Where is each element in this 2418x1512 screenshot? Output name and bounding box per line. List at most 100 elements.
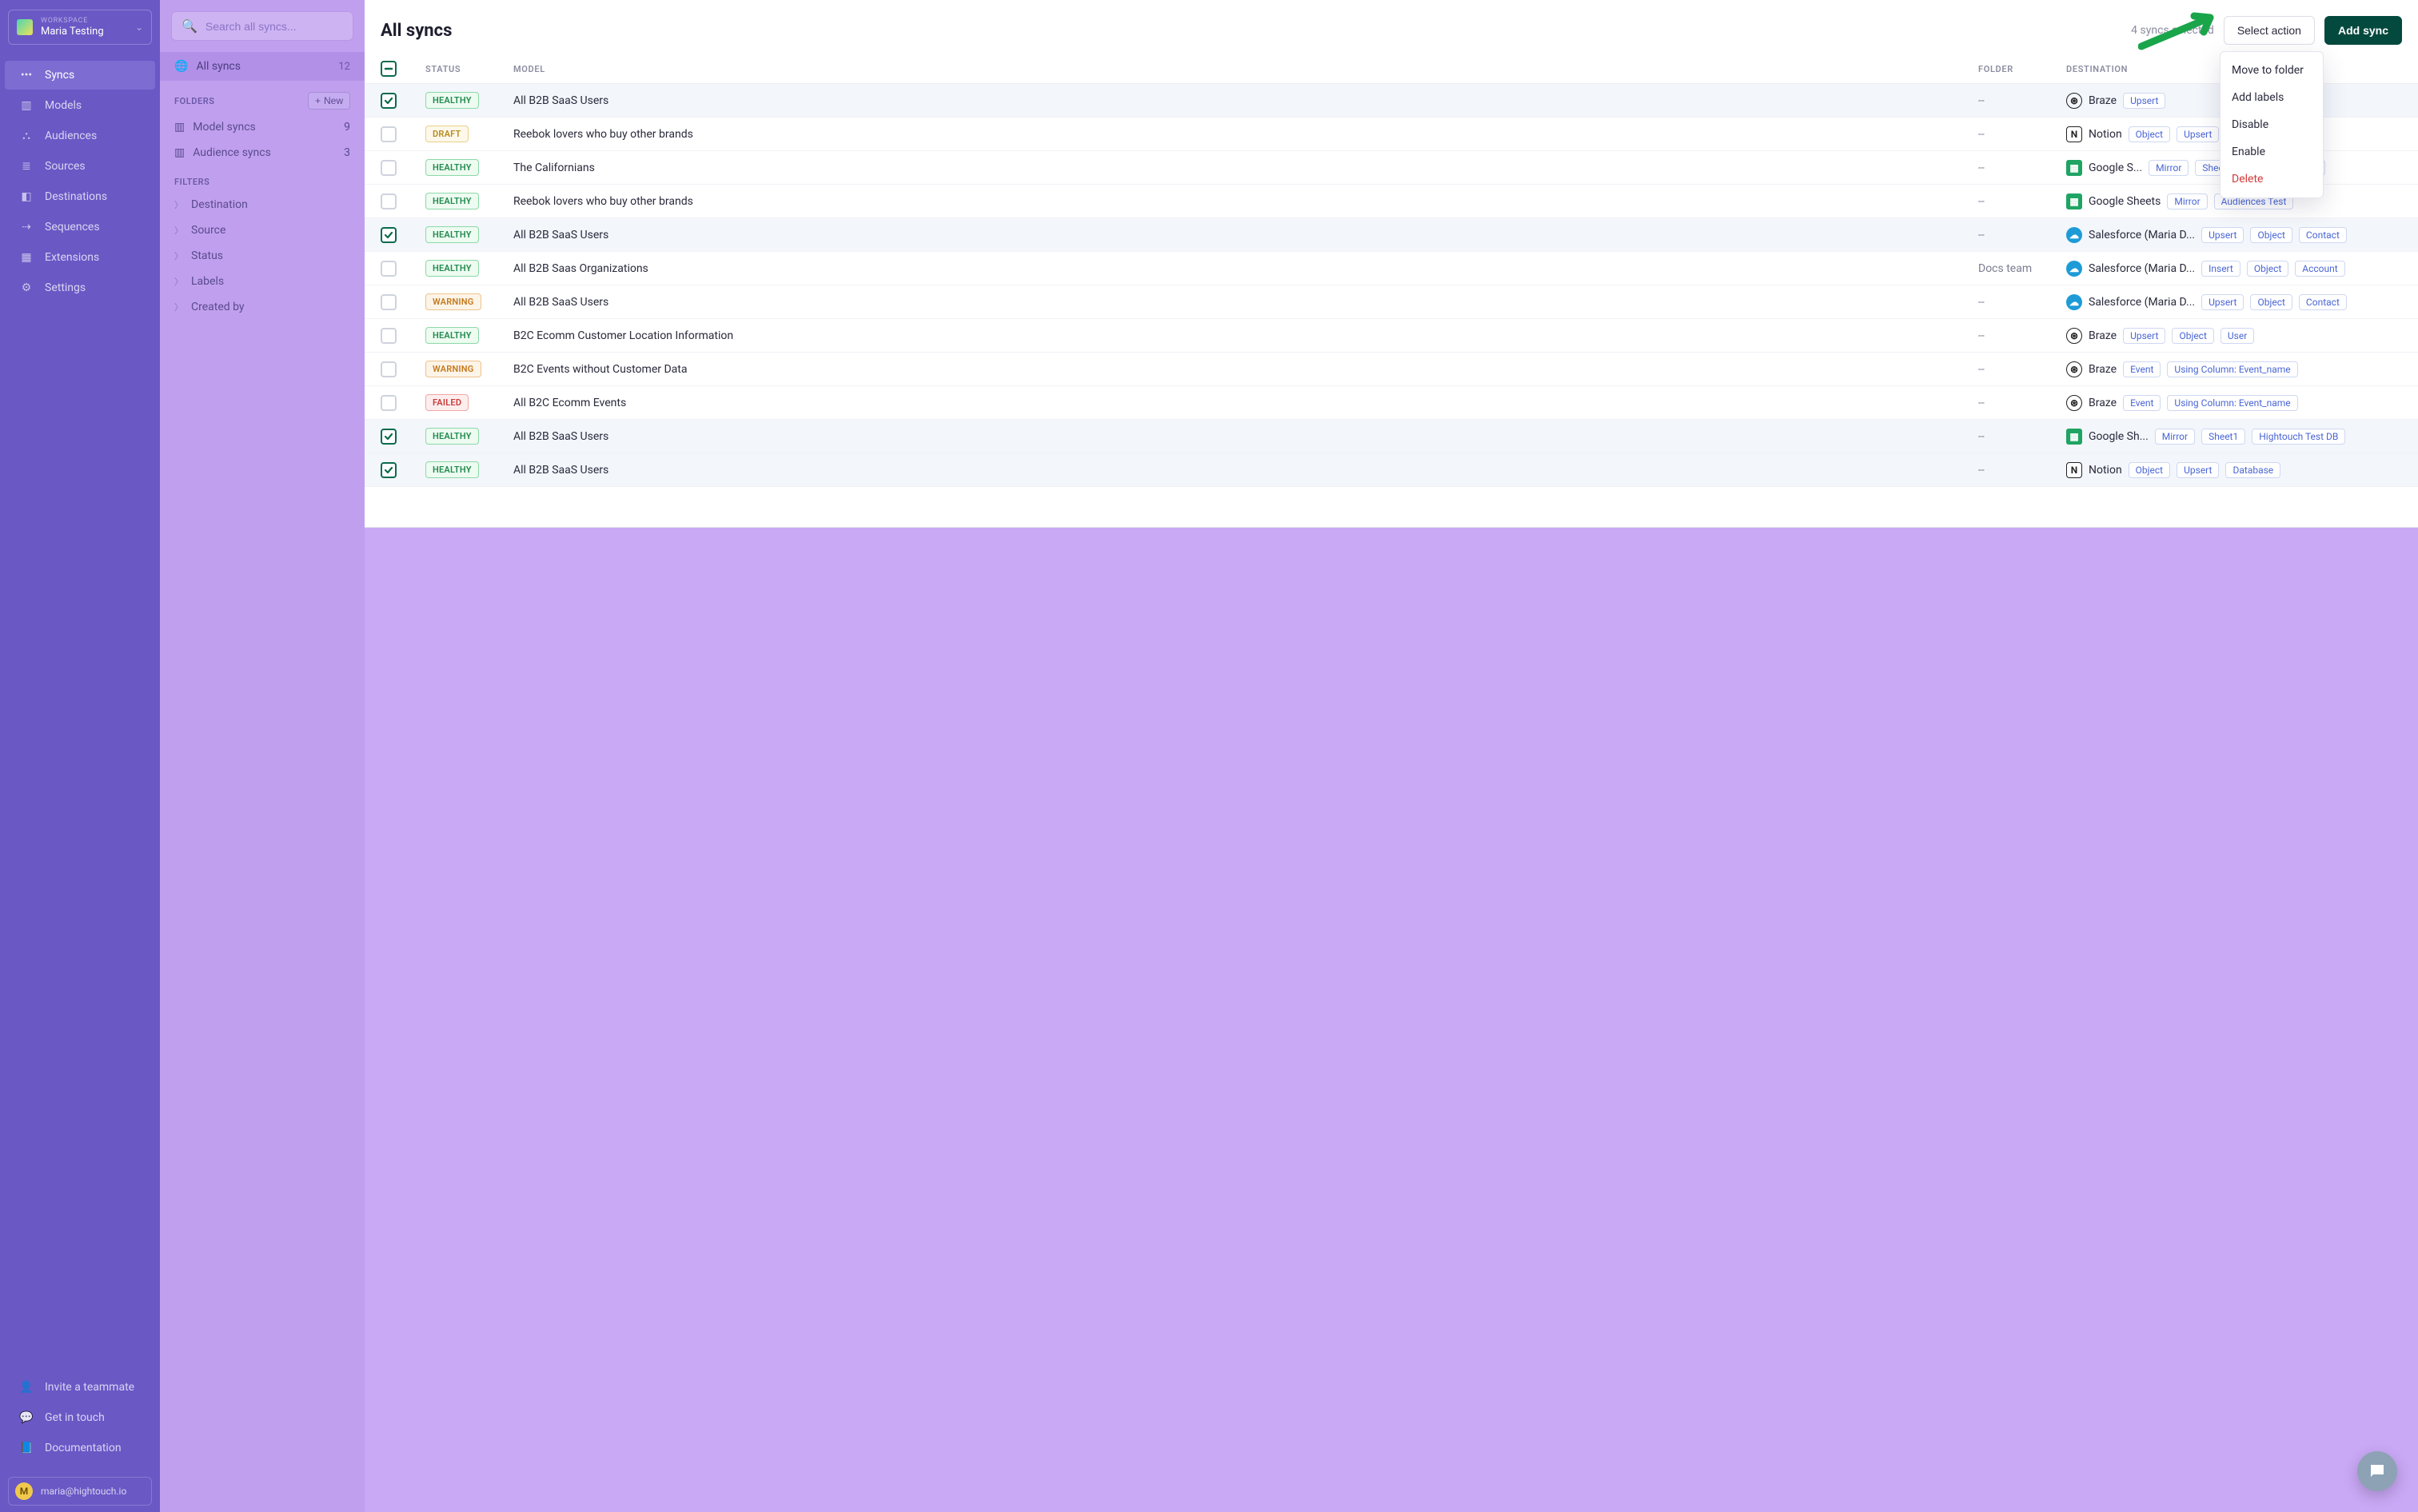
- nav-item-models[interactable]: ▥Models: [5, 91, 155, 120]
- folder-cell: Docs team: [1978, 262, 2066, 275]
- nav-item-sources[interactable]: ≣Sources: [5, 152, 155, 181]
- menu-item[interactable]: Enable: [2220, 138, 2323, 166]
- new-folder-button[interactable]: +New: [308, 92, 350, 110]
- chat-fab[interactable]: [2357, 1451, 2397, 1491]
- filters-heading: FILTERS: [174, 177, 209, 187]
- nav-item-contact[interactable]: 💬Get in touch: [5, 1403, 155, 1432]
- chevron-down-icon: ⌄: [135, 22, 143, 33]
- avatar: M: [15, 1482, 33, 1500]
- table-row[interactable]: HEALTHY The Californians -- ▦ Google S..…: [365, 151, 2418, 185]
- folder-icon: ▥: [174, 146, 185, 159]
- table-row[interactable]: HEALTHY All B2B SaaS Users -- ⊛ Braze Up…: [365, 84, 2418, 118]
- menu-item-delete[interactable]: Delete: [2220, 166, 2323, 193]
- destination-name: Braze: [2089, 329, 2117, 342]
- search-box[interactable]: 🔍: [171, 11, 353, 41]
- table-row[interactable]: HEALTHY All B2B SaaS Users -- ☁ Salesfor…: [365, 218, 2418, 252]
- nav-item-audiences[interactable]: ⛬Audiences: [5, 122, 155, 150]
- nav-item-docs[interactable]: 📘Documentation: [5, 1434, 155, 1462]
- folder-cell: --: [1978, 464, 2066, 477]
- status-badge: HEALTHY: [425, 461, 479, 478]
- destination-cell: ⊛ Braze Event Using Column: Event_name: [2066, 361, 2402, 377]
- tag: Object: [2172, 328, 2213, 344]
- table-row[interactable]: FAILED All B2C Ecomm Events -- ⊛ Braze E…: [365, 386, 2418, 420]
- menu-item[interactable]: Add labels: [2220, 84, 2323, 111]
- row-checkbox[interactable]: [381, 328, 397, 344]
- workspace-selector[interactable]: WORKSPACE Maria Testing ⌄: [8, 10, 152, 45]
- menu-item[interactable]: Move to folder: [2220, 57, 2323, 84]
- folder-item[interactable]: ▥Model syncs9: [160, 114, 365, 140]
- table-row[interactable]: DRAFT Reebok lovers who buy other brands…: [365, 118, 2418, 151]
- sidebar: WORKSPACE Maria Testing ⌄ •••Syncs▥Model…: [0, 0, 160, 1512]
- table-row[interactable]: HEALTHY Reebok lovers who buy other bran…: [365, 185, 2418, 218]
- row-checkbox[interactable]: [381, 361, 397, 377]
- filter-item[interactable]: 〉Labels: [160, 269, 365, 294]
- nav-item-destinations[interactable]: ◧Destinations: [5, 182, 155, 211]
- destination-name: Google Sheets: [2089, 195, 2161, 208]
- filter-item[interactable]: 〉Status: [160, 243, 365, 269]
- nav-item-settings[interactable]: ⚙Settings: [5, 273, 155, 302]
- folders-heading: FOLDERS: [174, 96, 215, 106]
- model-name: All B2B SaaS Users: [513, 464, 1978, 477]
- nav-item-sequences[interactable]: ⇢Sequences: [5, 213, 155, 241]
- chevron-right-icon: 〉: [174, 249, 183, 262]
- user-chip[interactable]: M maria@hightouch.io: [8, 1477, 152, 1506]
- notion-icon: N: [2066, 126, 2082, 142]
- nav-item-extensions[interactable]: ▦Extensions: [5, 243, 155, 272]
- select-action-button[interactable]: Select action: [2224, 16, 2315, 45]
- destination-name: Braze: [2089, 363, 2117, 376]
- filter-item[interactable]: 〉Destination: [160, 192, 365, 217]
- folder-cell: --: [1978, 94, 2066, 107]
- folder-cell: --: [1978, 363, 2066, 376]
- nav-item-syncs[interactable]: •••Syncs: [5, 61, 155, 90]
- table-row[interactable]: HEALTHY All B2B Saas Organizations Docs …: [365, 252, 2418, 285]
- select-all-checkbox[interactable]: [381, 61, 397, 77]
- extensions-icon: ▦: [19, 251, 34, 264]
- row-checkbox[interactable]: [381, 227, 397, 243]
- filter-item[interactable]: 〉Source: [160, 217, 365, 243]
- tag: Object: [2247, 261, 2288, 277]
- menu-item[interactable]: Disable: [2220, 111, 2323, 138]
- model-name: Reebok lovers who buy other brands: [513, 195, 1978, 208]
- row-checkbox[interactable]: [381, 193, 397, 209]
- table-row[interactable]: HEALTHY All B2B SaaS Users -- N Notion O…: [365, 453, 2418, 487]
- table-row[interactable]: HEALTHY B2C Ecomm Customer Location Info…: [365, 319, 2418, 353]
- folder-icon: ▥: [174, 121, 185, 134]
- tag: Upsert: [2123, 93, 2165, 109]
- folder-item[interactable]: ▥Audience syncs3: [160, 140, 365, 166]
- row-checkbox[interactable]: [381, 294, 397, 310]
- contact-icon: 💬: [19, 1411, 34, 1424]
- all-syncs-row[interactable]: 🌐All syncs 12: [160, 52, 365, 81]
- destination-name: Google S...: [2089, 162, 2142, 174]
- table-row[interactable]: WARNING All B2B SaaS Users -- ☁ Salesfor…: [365, 285, 2418, 319]
- tag: Database: [2225, 462, 2280, 478]
- search-input[interactable]: [205, 20, 350, 33]
- syncs-icon: •••: [19, 69, 34, 82]
- folder-cell: --: [1978, 128, 2066, 141]
- tag: Upsert: [2177, 126, 2219, 142]
- table-row[interactable]: HEALTHY All B2B SaaS Users -- ▦ Google S…: [365, 420, 2418, 453]
- destinations-icon: ◧: [19, 190, 34, 203]
- docs-icon: 📘: [19, 1442, 34, 1454]
- row-checkbox[interactable]: [381, 429, 397, 445]
- filter-item[interactable]: 〉Created by: [160, 294, 365, 320]
- row-checkbox[interactable]: [381, 160, 397, 176]
- audiences-icon: ⛬: [19, 130, 34, 142]
- row-checkbox[interactable]: [381, 93, 397, 109]
- col-status: STATUS: [425, 64, 513, 74]
- status-badge: HEALTHY: [425, 226, 479, 243]
- row-checkbox[interactable]: [381, 261, 397, 277]
- add-sync-button[interactable]: Add sync: [2324, 16, 2402, 45]
- row-checkbox[interactable]: [381, 395, 397, 411]
- all-syncs-count: 12: [338, 61, 350, 73]
- tag: Using Column: Event_name: [2167, 361, 2297, 377]
- tag: Contact: [2299, 227, 2347, 243]
- nav-item-invite[interactable]: 👤Invite a teammate: [5, 1373, 155, 1402]
- status-badge: WARNING: [425, 293, 481, 310]
- folder-cell: --: [1978, 229, 2066, 241]
- status-badge: HEALTHY: [425, 260, 479, 277]
- table-row[interactable]: WARNING B2C Events without Customer Data…: [365, 353, 2418, 386]
- row-checkbox[interactable]: [381, 126, 397, 142]
- row-checkbox[interactable]: [381, 462, 397, 478]
- primary-nav: •••Syncs▥Models⛬Audiences≣Sources◧Destin…: [0, 54, 160, 309]
- tag: Object: [2250, 227, 2292, 243]
